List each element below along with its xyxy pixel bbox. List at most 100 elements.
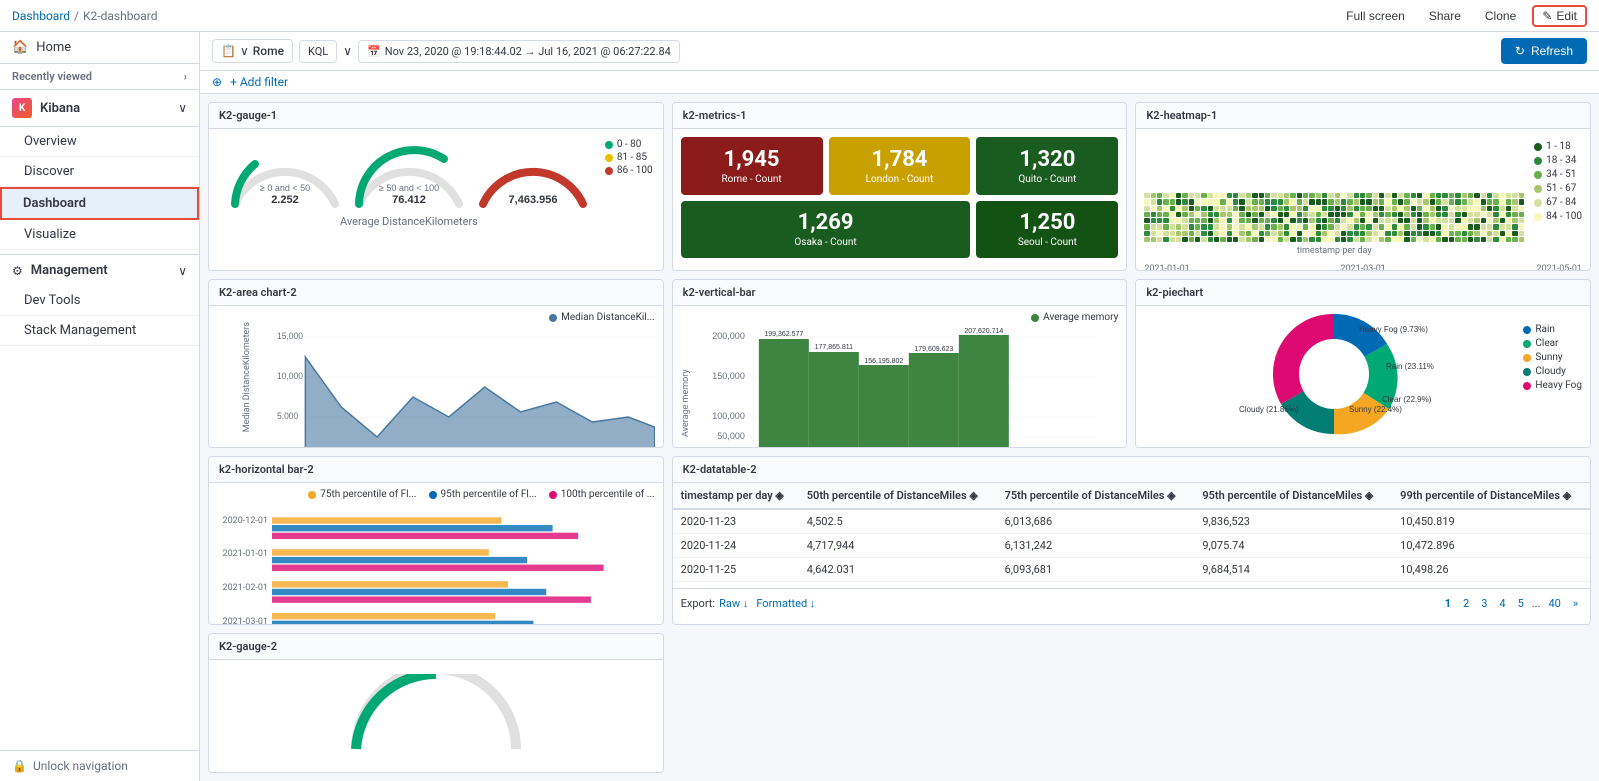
dashboard-grid: K2-gauge-1 ≥ 0 and < 5 — [200, 94, 1599, 781]
fullscreen-button[interactable]: Full screen — [1338, 7, 1413, 25]
svg-text:199,362.577: 199,362.577 — [764, 331, 803, 338]
heatmap-xlabel: timestamp per day — [1144, 246, 1524, 256]
index-icon: 📋 — [221, 44, 236, 58]
page-2-button[interactable]: 2 — [1459, 595, 1473, 612]
sidebar: 🏠 Home Recently viewed › K Kibana ∨ Over… — [0, 32, 200, 781]
gauge2-content — [209, 660, 663, 768]
heatmap-svg — [1144, 137, 1524, 193]
date-range-text: Nov 23, 2020 @ 19:18:44.02 → Jul 16, 202… — [385, 45, 671, 58]
hbar2-ylabels: 2020-12-01 2021-01-01 2021-02-01 2021-03… — [217, 504, 272, 625]
svg-text:Rain (23.11%): Rain (23.11%) — [1386, 362, 1434, 371]
metric-osaka: 1,269 Osaka - Count — [681, 201, 971, 259]
index-name: Rome — [253, 44, 284, 58]
breadcrumb: Dashboard / K2-dashboard — [12, 9, 158, 23]
page-4-button[interactable]: 4 — [1495, 595, 1509, 612]
table-header-row: timestamp per day ◈ 50th percentile of D… — [673, 483, 1590, 509]
page-3-button[interactable]: 3 — [1477, 595, 1491, 612]
hbar2-content: 75th percentile of Fl... 95th percentile… — [209, 483, 663, 620]
page-5-button[interactable]: 5 — [1514, 595, 1528, 612]
metric-rome: 1,945 Rome - Count — [681, 137, 823, 195]
metrics1-title: k2-metrics-1 — [673, 103, 1127, 129]
areachart2-title: K2-area chart-2 — [209, 280, 663, 306]
query-bar: 📋 ∨ Rome KQL ∨ 📅 Nov 23, 2020 @ 19:18:44… — [200, 32, 1599, 71]
kibana-label: Kibana — [40, 101, 170, 116]
vbar-ylabel: Average memory — [681, 312, 691, 437]
home-icon: 🏠 — [12, 40, 28, 55]
svg-text:≥ 0 and < 50: ≥ 0 and < 50 — [260, 183, 310, 193]
chevron-down-icon-idx: ∨ — [240, 44, 249, 58]
export-raw-button[interactable]: Raw ↓ — [719, 597, 748, 610]
sidebar-item-devtools[interactable]: Dev Tools — [0, 286, 199, 316]
areachart2-panel: K2-area chart-2 Median DistanceKilometer… — [208, 279, 664, 448]
svg-text:7,463.956: 7,463.956 — [508, 194, 557, 206]
heatmap-dates: 2021-01-01 2021-03-01 2021-05-01 — [1136, 264, 1590, 271]
metrics1-panel: k2-metrics-1 1,945 Rome - Count 1,784 Lo… — [672, 102, 1128, 271]
heatmap1-title: K2-heatmap-1 — [1136, 103, 1590, 129]
index-selector[interactable]: 📋 ∨ Rome — [212, 39, 293, 63]
svg-text:15,000: 15,000 — [277, 331, 303, 341]
svg-text:50,000: 50,000 — [717, 431, 745, 441]
pie-svg: Heavy Fog (9.73%) Rain (23.11%) Sunny (2… — [1234, 294, 1434, 449]
col-timestamp[interactable]: timestamp per day ◈ — [673, 483, 799, 509]
clone-button[interactable]: Clone — [1477, 7, 1524, 25]
unlock-nav-button[interactable]: 🔒 Unlock navigation — [0, 750, 199, 781]
export-formatted-button[interactable]: Formatted ↓ — [756, 597, 815, 610]
page-next-button[interactable]: » — [1569, 595, 1582, 612]
query-bar-left: 📋 ∨ Rome KQL ∨ 📅 Nov 23, 2020 @ 19:18:44… — [212, 39, 1493, 63]
metric-seoul: 1,250 Seoul - Count — [976, 201, 1118, 259]
gauge2-svg: ≥ 50 and < 100 76.412 — [349, 139, 469, 209]
sidebar-item-visualize[interactable]: Visualize — [0, 220, 199, 250]
col-95pct[interactable]: 95th percentile of DistanceMiles ◈ — [1194, 483, 1392, 509]
datatable2-content: timestamp per day ◈ 50th percentile of D… — [673, 483, 1590, 618]
filter-icon: ⊕ — [212, 75, 222, 89]
col-99pct[interactable]: 99th percentile of DistanceMiles ◈ — [1392, 483, 1590, 509]
kql-button[interactable]: KQL — [299, 40, 337, 63]
kibana-logo: K — [12, 98, 32, 118]
svg-text:Heavy Fog (9.73%): Heavy Fog (9.73%) — [1359, 325, 1428, 334]
sidebar-item-overview[interactable]: Overview — [0, 127, 199, 157]
svg-text:2.252: 2.252 — [271, 194, 299, 206]
share-button[interactable]: Share — [1421, 7, 1469, 25]
edit-button[interactable]: ✎ Edit — [1532, 5, 1587, 27]
sidebar-item-dashboard[interactable]: Dashboard — [0, 187, 199, 220]
sidebar-kibana-header[interactable]: K Kibana ∨ — [0, 90, 199, 127]
piechart-content: Heavy Fog (9.73%) Rain (23.11%) Sunny (2… — [1136, 306, 1590, 441]
area-svg: 15,000 10,000 5,000 0 — [277, 327, 655, 448]
col-50pct[interactable]: 50th percentile of DistanceMiles ◈ — [799, 483, 997, 509]
area-chart-main: Median DistanceKil... 15,000 10,000 5,00… — [277, 312, 655, 437]
gauge1-panel: K2-gauge-1 ≥ 0 and < 5 — [208, 102, 664, 271]
breadcrumb-dashboard[interactable]: Dashboard — [12, 9, 70, 23]
chevron-right-icon: › — [184, 70, 187, 83]
area-legend: Median DistanceKil... — [277, 312, 655, 323]
page-40-button[interactable]: 40 — [1544, 595, 1564, 612]
sidebar-item-stack-mgmt[interactable]: Stack Management — [0, 316, 199, 346]
chevron-down-icon-mgmt: ∨ — [178, 264, 187, 278]
col-75pct[interactable]: 75th percentile of DistanceMiles ◈ — [997, 483, 1195, 509]
metric-quito: 1,320 Quito - Count — [976, 137, 1118, 195]
sidebar-home[interactable]: 🏠 Home — [0, 32, 199, 64]
svg-text:179,609.623: 179,609.623 — [914, 346, 953, 353]
sidebar-management-header[interactable]: ⚙ Management ∨ — [0, 254, 199, 286]
content-area: 📋 ∨ Rome KQL ∨ 📅 Nov 23, 2020 @ 19:18:44… — [200, 32, 1599, 781]
gauge3-svg: 7,463.956 — [473, 139, 593, 209]
svg-text:10,000: 10,000 — [277, 371, 303, 381]
datatable2-scroll[interactable]: timestamp per day ◈ 50th percentile of D… — [673, 483, 1590, 588]
gauge2-svg — [336, 674, 536, 754]
page-1-button[interactable]: 1 — [1441, 595, 1455, 612]
vbar-svg: 200,000 150,000 100,000 50,000 0 — [695, 327, 1119, 448]
hbar2-panel: k2-horizontal bar-2 75th percentile of F… — [208, 456, 664, 625]
gear-icon: ⚙ — [12, 264, 23, 278]
vbar-panel: k2-vertical-bar Average memory Average m… — [672, 279, 1128, 448]
svg-text:Sunny (22.4%): Sunny (22.4%) — [1349, 405, 1402, 414]
svg-text:150,000: 150,000 — [712, 371, 745, 381]
gauge1-title: K2-gauge-1 — [209, 103, 663, 129]
add-filter-button[interactable]: + Add filter — [230, 75, 288, 89]
vbar-chart-area: Average memory 200,000 150,000 100,000 5… — [695, 312, 1119, 437]
date-range-picker[interactable]: 📅 Nov 23, 2020 @ 19:18:44.02 → Jul 16, 2… — [358, 40, 680, 63]
sidebar-item-discover[interactable]: Discover — [0, 157, 199, 187]
caret-icon: ∨ — [343, 44, 352, 58]
legend-item-red: 86 - 100 — [605, 165, 653, 176]
hbar2-legend: 75th percentile of Fl... 95th percentile… — [217, 489, 655, 500]
pagination: 1 2 3 4 5 ... 40 » — [1441, 595, 1582, 612]
refresh-button[interactable]: ↻ Refresh — [1501, 38, 1587, 64]
